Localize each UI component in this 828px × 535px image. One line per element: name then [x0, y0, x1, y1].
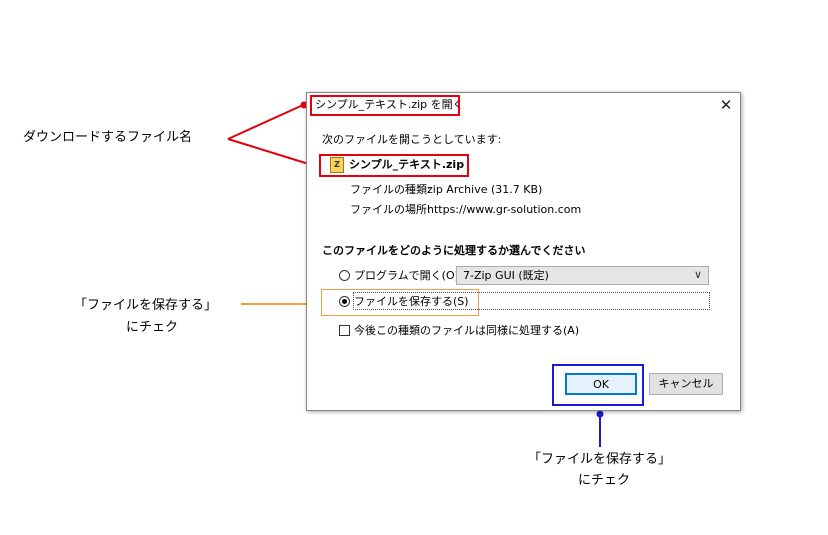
save-option-highlight-box [321, 289, 479, 316]
file-location-label: ファイルの場所: [350, 203, 431, 216]
remember-label[interactable]: 今後この種類のファイルは同様に処理する(A) [354, 324, 579, 338]
open-file-dialog: シンプル_テキスト.zip を開く ✕ 次のファイルを開こうとしています: Z … [306, 92, 741, 411]
title-highlight-box [310, 95, 460, 116]
blue-dot [596, 410, 604, 418]
close-icon[interactable]: ✕ [715, 95, 737, 115]
ok-annotation-line2: にチェク [578, 473, 631, 488]
cancel-button[interactable]: キャンセル [649, 373, 723, 395]
ok-button-highlight-box [552, 364, 644, 406]
filename-highlight-box [319, 154, 469, 177]
red-line-to-title [227, 104, 304, 140]
dialog-prompt: 次のファイルを開こうとしています: [322, 133, 502, 146]
file-type-label: ファイルの種類: [350, 183, 431, 196]
open-with-select[interactable]: 7-Zip GUI (既定) ∨ [456, 266, 709, 285]
file-type-value: zip Archive (31.7 KB) [427, 183, 543, 196]
file-location-value: https://www.gr-solution.com [427, 203, 582, 216]
open-with-radio[interactable] [339, 270, 350, 281]
remember-checkbox[interactable] [339, 325, 350, 336]
action-question: このファイルをどのように処理するか選んでください [322, 244, 586, 257]
save-annotation-line1: 「ファイルを保存する」 [74, 298, 218, 313]
ok-annotation-line1: 「ファイルを保存する」 [528, 452, 672, 467]
open-with-label[interactable]: プログラムで開く(O): [354, 269, 463, 283]
chevron-down-icon: ∨ [693, 268, 702, 281]
red-line-to-file [227, 138, 313, 166]
filename-annotation: ダウンロードするファイル名 [23, 130, 193, 145]
open-with-select-value: 7-Zip GUI (既定) [463, 269, 549, 282]
save-annotation-line2: にチェク [126, 320, 179, 335]
